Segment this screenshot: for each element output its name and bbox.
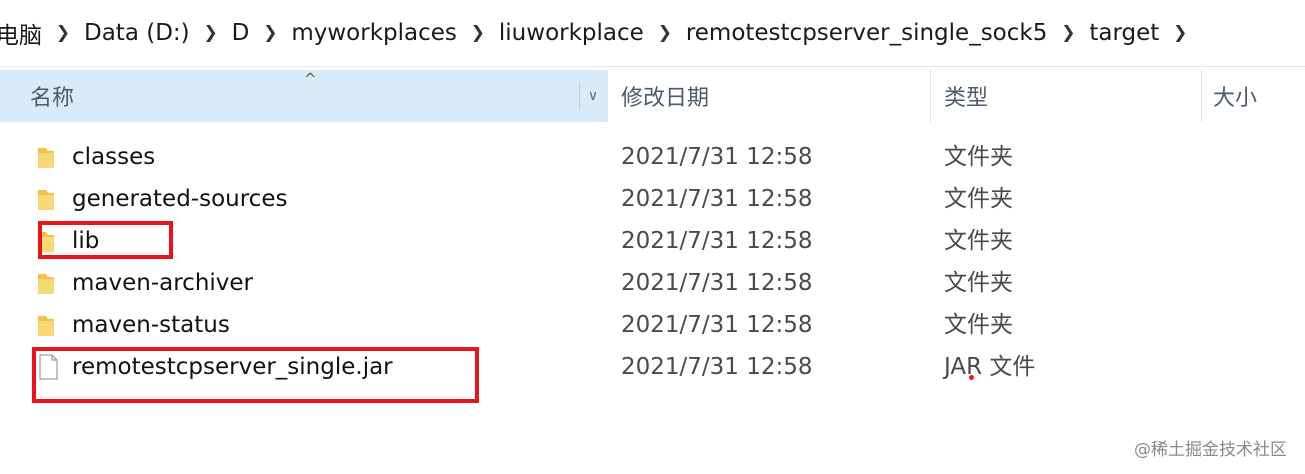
file-date: 2021/7/31 12:58 xyxy=(621,186,813,212)
file-type: 文件夹 xyxy=(944,144,1013,170)
file-date: 2021/7/31 12:58 xyxy=(621,312,813,338)
file-type: 文件夹 xyxy=(944,270,1013,296)
breadcrumb-item-data-drive[interactable]: Data (D:) xyxy=(82,20,192,46)
column-filter-dropdown[interactable]: ∨ xyxy=(579,82,606,110)
file-date: 2021/7/31 12:58 xyxy=(621,144,813,170)
chevron-right-icon[interactable]: ❯ xyxy=(259,23,281,43)
folder-icon xyxy=(38,190,54,210)
watermark: @稀土掘金技术社区 xyxy=(1134,440,1287,460)
sort-ascending-icon: ^ xyxy=(304,70,317,88)
folder-icon xyxy=(38,148,54,168)
column-header-date[interactable]: 修改日期 xyxy=(608,70,930,122)
breadcrumb-item-liuworkplace[interactable]: liuworkplace xyxy=(497,20,646,46)
breadcrumb-item-d[interactable]: D xyxy=(230,20,252,46)
file-row-classes[interactable]: classes 2021/7/31 12:58 文件夹 xyxy=(0,136,1305,178)
file-name: remotestcpserver_single.jar xyxy=(72,354,393,380)
file-icon xyxy=(39,354,58,380)
column-type-label: 类型 xyxy=(944,86,989,111)
file-name: generated-sources xyxy=(72,186,288,212)
file-name: classes xyxy=(72,144,156,170)
breadcrumb-item-target[interactable]: target xyxy=(1087,20,1161,46)
file-type: 文件夹 xyxy=(944,186,1013,212)
column-date-label: 修改日期 xyxy=(621,86,710,111)
chevron-right-icon[interactable]: ❯ xyxy=(200,23,222,43)
breadcrumb-item-project[interactable]: remotestcpserver_single_sock5 xyxy=(684,20,1050,46)
chevron-down-icon: ∨ xyxy=(587,88,599,104)
chevron-right-icon[interactable]: ❯ xyxy=(1057,23,1079,43)
breadcrumb-item-myworkplaces[interactable]: myworkplaces xyxy=(289,20,459,46)
file-date: 2021/7/31 12:58 xyxy=(621,228,813,254)
file-name: maven-status xyxy=(72,312,230,338)
file-row-maven-status[interactable]: maven-status 2021/7/31 12:58 文件夹 xyxy=(0,304,1305,346)
file-row-lib[interactable]: lib 2021/7/31 12:58 文件夹 xyxy=(0,220,1305,262)
folder-icon xyxy=(38,316,54,336)
breadcrumb: 电脑 ❯ Data (D:) ❯ D ❯ myworkplaces ❯ liuw… xyxy=(0,0,1305,67)
column-header-size[interactable]: 大小 xyxy=(1202,70,1305,122)
folder-icon xyxy=(38,232,54,252)
file-name: lib xyxy=(72,228,100,254)
column-header-type[interactable]: 类型 xyxy=(931,70,1201,122)
file-row-maven-archiver[interactable]: maven-archiver 2021/7/31 12:58 文件夹 xyxy=(0,262,1305,304)
column-size-label: 大小 xyxy=(1213,86,1258,111)
file-date: 2021/7/31 12:58 xyxy=(621,354,813,380)
file-row-jar[interactable]: remotestcpserver_single.jar 2021/7/31 12… xyxy=(0,346,1305,388)
file-type: 文件夹 xyxy=(944,228,1013,254)
file-name: maven-archiver xyxy=(72,270,254,296)
file-explorer: 电脑 ❯ Data (D:) ❯ D ❯ myworkplaces ❯ liuw… xyxy=(0,0,1305,474)
chevron-right-icon[interactable]: ❯ xyxy=(52,23,74,43)
file-type: 文件夹 xyxy=(944,312,1013,338)
chevron-right-icon[interactable]: ❯ xyxy=(654,23,676,43)
chevron-right-icon[interactable]: ❯ xyxy=(467,23,489,43)
file-date: 2021/7/31 12:58 xyxy=(621,270,813,296)
breadcrumb-item-pc[interactable]: 电脑 xyxy=(0,16,44,50)
chevron-right-icon[interactable]: ❯ xyxy=(1169,23,1191,43)
folder-icon xyxy=(38,274,54,294)
column-name-label: 名称 xyxy=(30,86,75,111)
annotation-dot xyxy=(969,375,974,380)
column-header: 名称 ^ ∨ 修改日期 类型 大小 xyxy=(0,70,1305,122)
file-list: classes 2021/7/31 12:58 文件夹 generated-so… xyxy=(0,136,1305,388)
file-row-generated-sources[interactable]: generated-sources 2021/7/31 12:58 文件夹 xyxy=(0,178,1305,220)
file-type: JAR 文件 xyxy=(944,354,1036,380)
